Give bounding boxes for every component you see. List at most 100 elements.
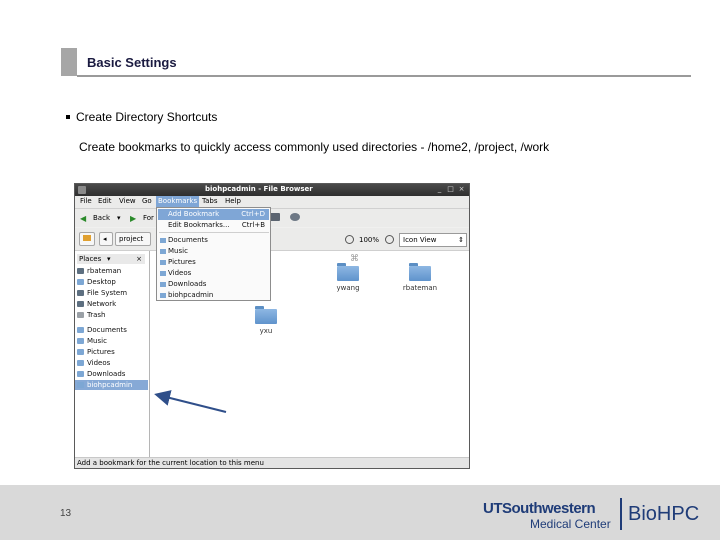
folder-label: yxu [259,327,273,335]
folder-icon [337,263,359,281]
ut-southwestern-logo: UTSouthwestern [483,500,596,517]
computer-icon[interactable] [270,213,280,221]
bookmark-downloads[interactable]: Downloads [158,279,269,290]
bullet-item: Create Directory Shortcuts [66,110,217,124]
add-bookmark-item[interactable]: Add Bookmark Ctrl+D [158,209,269,220]
sidebar-item-music[interactable]: Music [75,336,148,346]
sidebar-item-label: Downloads [87,370,126,378]
close-icon[interactable]: × [457,185,466,194]
folder-item-shared[interactable]: shared [466,263,469,295]
sidebar-item-trash[interactable]: Trash [75,310,148,320]
bookmark-label: biohpcadmin [168,291,214,299]
edit-location-icon[interactable] [79,232,95,246]
folder-label: rbateman [402,284,438,292]
path-left-arrow-icon[interactable]: ◂ [99,232,113,246]
bookmark-biohpcadmin[interactable]: biohpcadmin [158,290,269,301]
folder-item-ywang[interactable]: ywang [318,263,378,295]
folder-icon [160,238,166,243]
network-icon[interactable] [290,213,300,221]
menu-tabs[interactable]: Tabs [202,197,218,205]
bullet-icon [66,114,70,119]
maximize-icon[interactable]: □ [446,185,455,194]
bullet-text: Create Directory Shortcuts [76,110,218,124]
chevron-down-icon: ⇕ [458,236,464,244]
sidebar-item-label: rbateman [87,267,122,275]
view-mode-select[interactable]: Icon View ⇕ [399,233,467,247]
menu-bar: File Edit View Go Bookmarks Tabs Help [75,196,469,209]
menu-bookmarks[interactable]: Bookmarks [156,196,200,207]
zoom-out-icon[interactable] [345,235,354,244]
page-number: 13 [60,508,72,519]
window-menu-icon[interactable] [78,186,86,194]
sidebar-item-label: Pictures [87,348,115,356]
sidebar-item-label: Videos [87,359,111,367]
forward-button[interactable]: For [143,214,154,222]
places-header[interactable]: Places ▾ × [77,254,145,264]
folder-label: shared [466,284,469,292]
menu-edit[interactable]: Edit [98,197,112,205]
sidebar-item-label: biohpcadmin [87,381,133,389]
window-titlebar: biohpcadmin - File Browser _ □ × [75,184,469,196]
bookmark-videos[interactable]: Videos [158,268,269,279]
sidebar-item-label: Desktop [87,278,116,286]
menu-file[interactable]: File [80,197,92,205]
folder-icon [160,260,166,265]
menu-view[interactable]: View [119,197,136,205]
sidebar-item-desktop[interactable]: Desktop [75,277,148,287]
menu-separator [159,232,269,233]
sidebar-item-network[interactable]: Network [75,299,148,309]
home-folder-icon [77,268,84,274]
folder-icon [255,306,277,324]
chevron-down-icon: ▾ [107,255,111,263]
slide-description: Create bookmarks to quickly access commo… [79,140,550,154]
places-header-label: Places [79,255,102,263]
close-icon[interactable]: × [136,254,142,264]
folder-icon [160,249,166,254]
folder-icon [77,327,84,333]
bookmark-pictures[interactable]: Pictures [158,257,269,268]
sidebar-item-label: Trash [87,311,106,319]
desktop-icon [77,279,84,285]
header-accent-bar [61,48,77,76]
network-icon [77,301,84,307]
back-arrow-icon[interactable]: ◀ [80,214,86,223]
bookmark-label: Documents [168,236,208,244]
bookmark-label: Downloads [168,280,207,288]
sidebar-places: Places ▾ × rbateman Desktop File System … [75,251,150,457]
folder-icon [160,271,166,276]
back-dropdown-icon[interactable]: ▾ [117,214,121,222]
add-bookmark-label: Add Bookmark [168,210,220,218]
sidebar-item-documents[interactable]: Documents [75,325,148,335]
sidebar-item-pictures[interactable]: Pictures [75,347,148,357]
minimize-icon[interactable]: _ [435,185,444,194]
sidebar-item-label: Music [87,337,107,345]
bookmark-label: Videos [168,269,192,277]
biohpc-logo: BioHPC [628,503,700,525]
header-rule [77,75,691,77]
folder-item-yxu[interactable]: yxu [236,306,296,338]
menu-help[interactable]: Help [225,197,241,205]
sidebar-item-downloads[interactable]: Downloads [75,369,148,379]
toolbar: ◀ Back ▾ ▶ For [75,209,469,227]
folder-item-rbateman[interactable]: rbateman [390,263,450,295]
bookmarks-menu: Add Bookmark Ctrl+D Edit Bookmarks... Ct… [156,207,271,301]
folder-icon [160,282,166,287]
logo-divider [620,498,622,530]
sidebar-item-videos[interactable]: Videos [75,358,148,368]
sidebar-item-file-system[interactable]: File System [75,288,148,298]
bookmark-documents[interactable]: Documents [158,235,269,246]
menu-go[interactable]: Go [142,197,152,205]
zoom-level: 100% [359,236,380,244]
path-button-project[interactable]: project [115,232,151,246]
back-button[interactable]: Back [93,214,110,222]
sidebar-item-rbateman[interactable]: rbateman [75,266,148,276]
sidebar-item-biohpcadmin[interactable]: biohpcadmin [75,380,148,390]
edit-bookmarks-item[interactable]: Edit Bookmarks... Ctrl+B [158,220,269,231]
trash-icon [77,312,84,318]
sidebar-item-label: File System [87,289,128,297]
medical-center-label: Medical Center [530,517,611,531]
forward-arrow-icon[interactable]: ▶ [130,214,136,223]
edit-bookmarks-shortcut: Ctrl+B [241,221,265,229]
bookmark-music[interactable]: Music [158,246,269,257]
zoom-in-icon[interactable] [385,235,394,244]
